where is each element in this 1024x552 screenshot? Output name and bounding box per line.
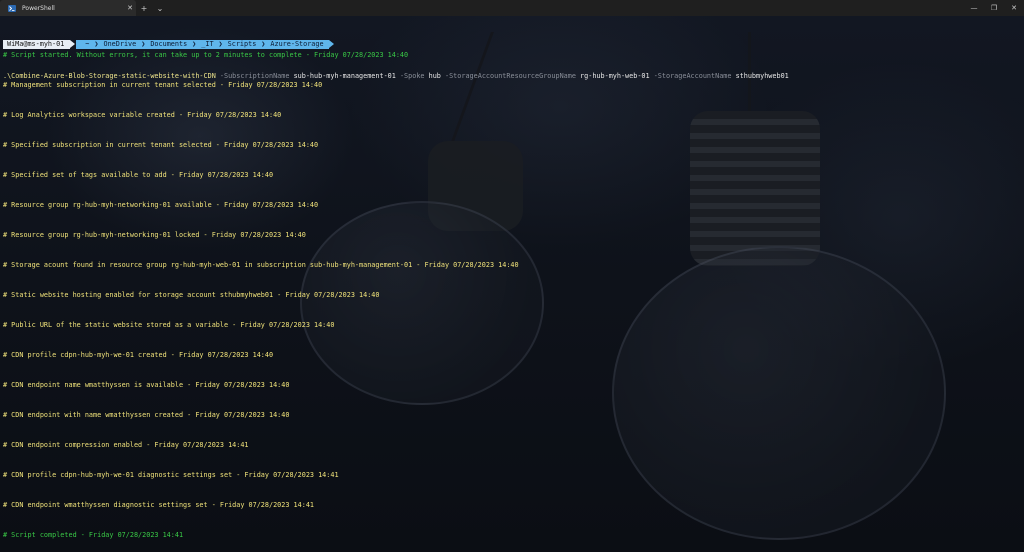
command-param: -SubscriptionName: [219, 72, 290, 80]
log-line: # Public URL of the static website store…: [3, 321, 335, 329]
log-line: # Specified subscription in current tena…: [3, 141, 319, 149]
path-separator-icon: ❯: [192, 39, 197, 48]
path-crumb: Documents: [150, 39, 188, 48]
log-line: # CDN profile cdpn-hub-myh-we-01 diagnos…: [3, 471, 339, 479]
path-crumb: Azure-Storage: [270, 39, 324, 48]
new-tab-button[interactable]: +: [136, 4, 152, 13]
terminal-output[interactable]: WiMa@ms-myh-01 ~ ❯ OneDrive ❯ Documents ❯ _…: [3, 19, 1024, 539]
prompt-path-segment: ~ ❯ OneDrive ❯ Documents ❯ _IT ❯ Scripts ❯ Az…: [76, 39, 334, 49]
path-crumb: ~: [85, 39, 90, 48]
maximize-button[interactable]: ❐: [984, 4, 1004, 12]
log-line: # Resource group rg-hub-myh-networking-0…: [3, 201, 319, 209]
tab-title: PowerShell: [22, 4, 55, 12]
bulb-decoration: [612, 246, 946, 540]
log-line: # CDN profile cdpn-hub-myh-we-01 created…: [3, 351, 274, 359]
log-line: # CDN endpoint with name wmatthyssen cre…: [3, 411, 290, 419]
log-line: # Script completed - Friday 07/28/2023 1…: [3, 531, 184, 539]
command-param: -StorageAccountName: [653, 72, 732, 80]
tab-powershell[interactable]: PowerShell ✕: [0, 0, 136, 16]
tab-close-icon[interactable]: ✕: [124, 4, 136, 12]
log-line: # Log Analytics workspace variable creat…: [3, 111, 282, 119]
log-line: # CDN endpoint name wmatthyssen is avail…: [3, 381, 290, 389]
path-separator-icon: ❯: [218, 39, 223, 48]
path-separator-icon: ❯: [94, 39, 99, 48]
log-line: # Specified set of tags available to add…: [3, 171, 274, 179]
prompt: WiMa@ms-myh-01 ~ ❯ OneDrive ❯ Documents ❯ _…: [3, 39, 1024, 49]
command-arg: rg-hub-myh-web-01: [580, 72, 650, 80]
log-line: # Resource group rg-hub-myh-networking-0…: [3, 231, 306, 239]
minimize-button[interactable]: —: [964, 4, 984, 12]
path-crumb: OneDrive: [103, 39, 137, 48]
prompt-user-segment: WiMa@ms-myh-01: [3, 39, 76, 49]
command-arg: sthubmyhweb01: [735, 72, 789, 80]
command-param: -Spoke: [399, 72, 425, 80]
command-script: .\Combine-Azure-Blob-Storage-static-webs…: [3, 72, 216, 80]
command-param: -StorageAccountResourceGroupName: [445, 72, 576, 80]
command-arg: sub-hub-myh-management-01: [293, 72, 396, 80]
log-line: # Script started. Without errors, it can…: [3, 51, 409, 59]
log-line: # Static website hosting enabled for sto…: [3, 291, 380, 299]
log-line: # CDN endpoint compression enabled - Fri…: [3, 441, 249, 449]
command-arg: hub: [428, 72, 441, 80]
title-bar: PowerShell ✕ + ⌄ — ❐ ✕: [0, 0, 1024, 16]
log-line: # Management subscription in current ten…: [3, 81, 323, 89]
path-separator-icon: ❯: [261, 39, 266, 48]
powershell-icon: [8, 4, 16, 12]
path-separator-icon: ❯: [141, 39, 146, 48]
path-crumb: _IT: [201, 39, 214, 48]
log-line: # CDN endpoint wmatthyssen diagnostic se…: [3, 501, 314, 509]
log-line: # Storage acount found in resource group…: [3, 261, 519, 269]
close-window-button[interactable]: ✕: [1004, 4, 1024, 12]
path-crumb: Scripts: [227, 39, 257, 48]
tab-dropdown-icon[interactable]: ⌄: [152, 4, 168, 13]
